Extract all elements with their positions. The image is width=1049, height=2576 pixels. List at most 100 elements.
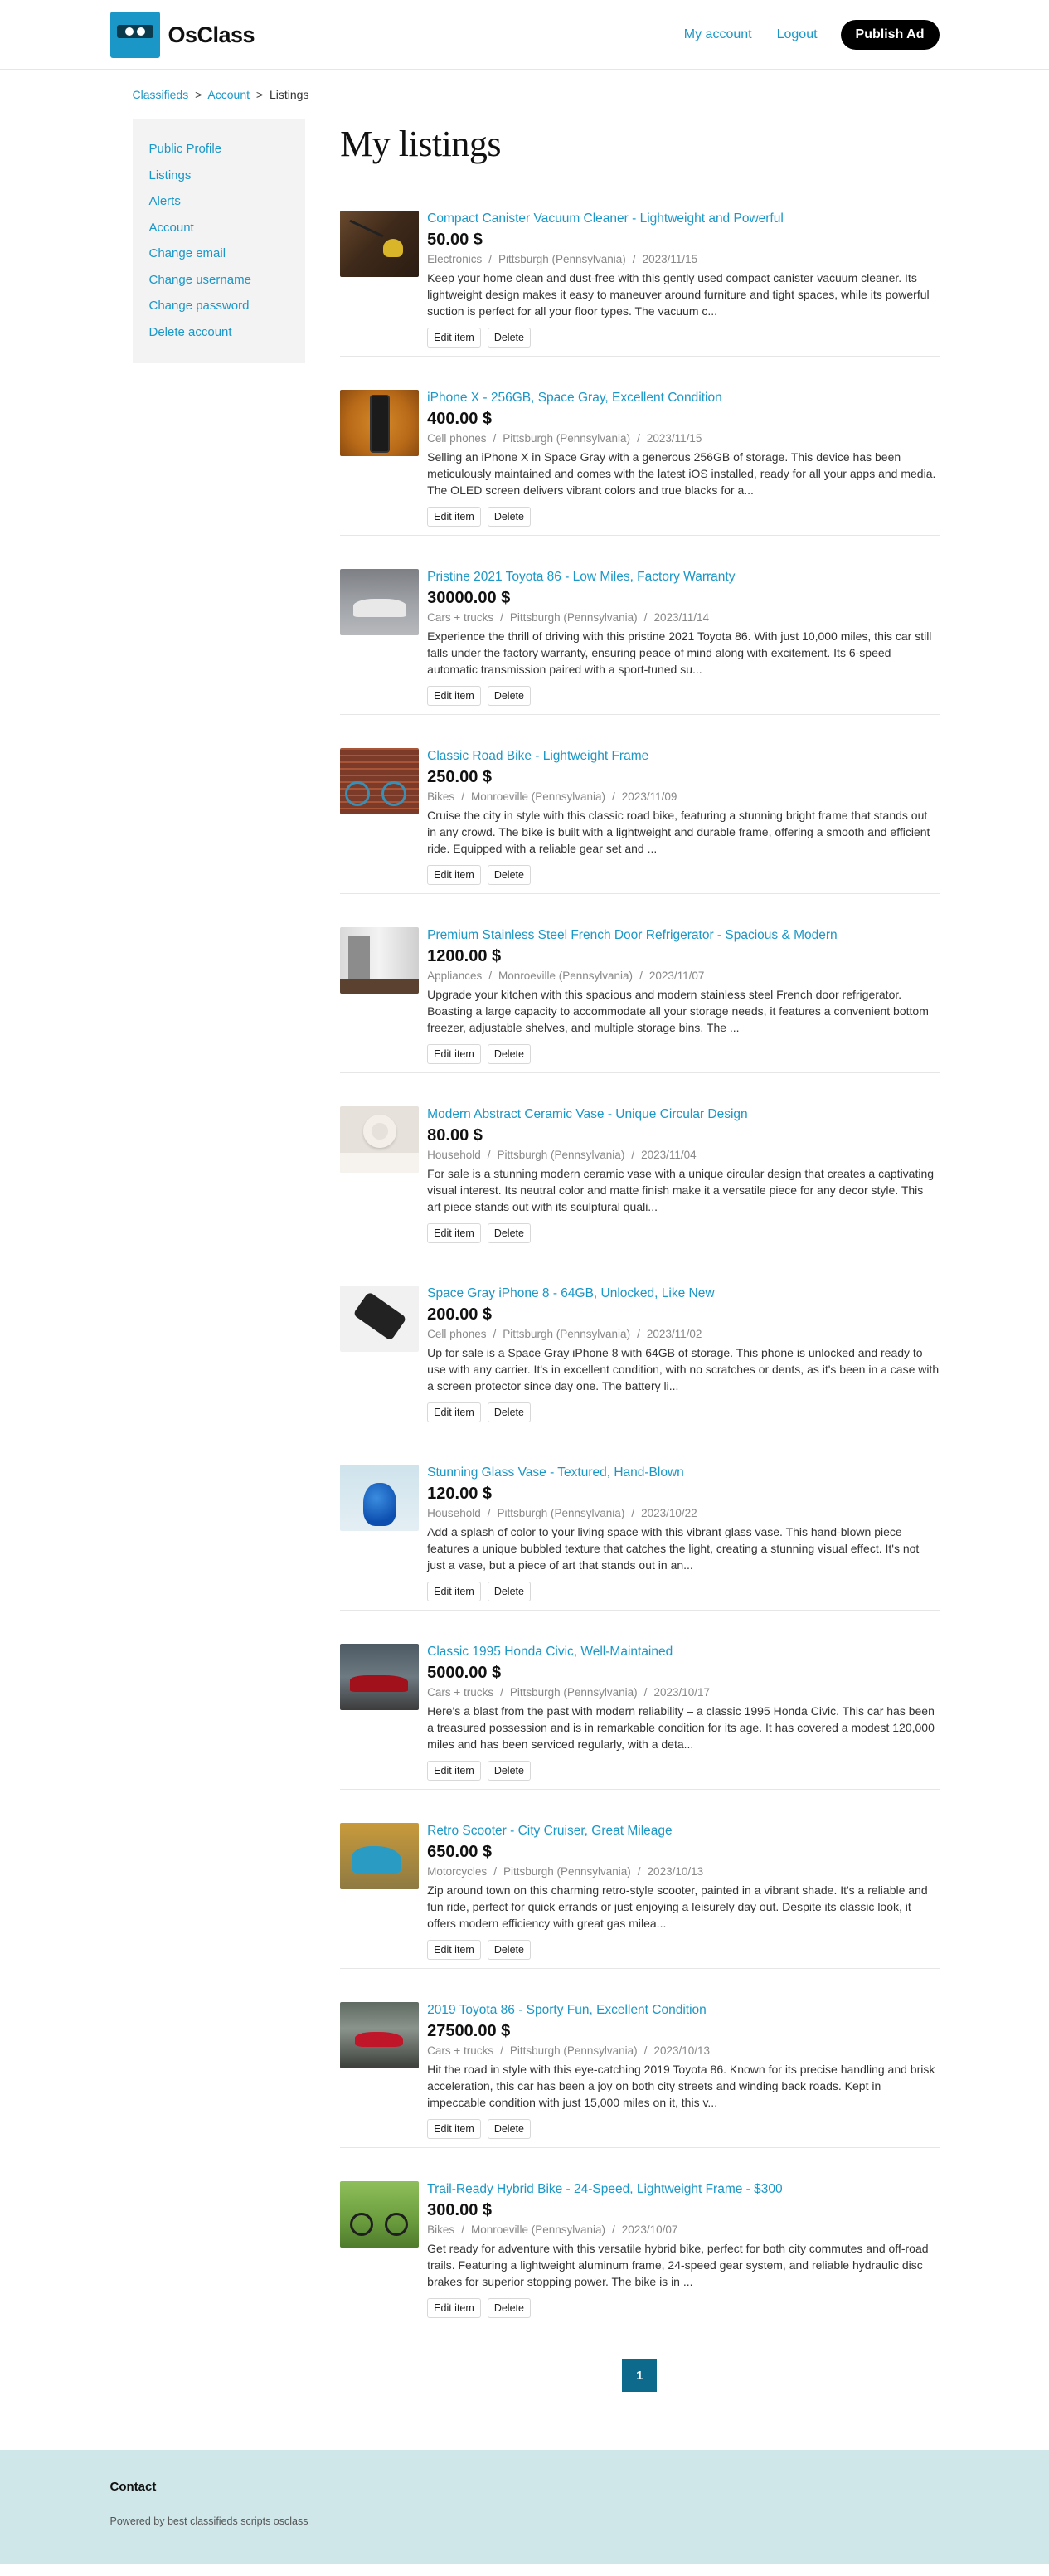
site-logo[interactable]: OsClass: [109, 12, 255, 58]
listings-main: My listings Compact Canister Vacuum Clea…: [340, 119, 940, 2450]
edit-item-button[interactable]: Edit item: [427, 1582, 481, 1601]
listing-price: 30000.00 $: [427, 589, 511, 607]
listing-item: Classic 1995 Honda Civic, Well-Maintaine…: [340, 1611, 940, 1790]
listing-description: Upgrade your kitchen with this spacious …: [427, 988, 929, 1034]
delete-button[interactable]: Delete: [487, 1761, 531, 1781]
listing-title[interactable]: 2019 Toyota 86 - Sporty Fun, Excellent C…: [427, 2002, 939, 2019]
edit-item-button[interactable]: Edit item: [427, 686, 481, 706]
delete-button[interactable]: Delete: [487, 1940, 531, 1960]
listing-title[interactable]: Space Gray iPhone 8 - 64GB, Unlocked, Li…: [427, 1286, 939, 1302]
breadcrumb-account[interactable]: Account: [207, 88, 250, 101]
listing-price: 300.00 $: [427, 2201, 493, 2219]
listing-item: Premium Stainless Steel French Door Refr…: [340, 894, 940, 1073]
listing-description: Add a splash of color to your living spa…: [427, 1525, 920, 1572]
listing-price: 80.00 $: [427, 1126, 483, 1145]
listing-title[interactable]: Compact Canister Vacuum Cleaner - Lightw…: [427, 211, 939, 227]
delete-button[interactable]: Delete: [487, 1044, 531, 1064]
listing-meta: Appliances / Monroeville (Pennsylvania)/20…: [427, 970, 705, 982]
listing-image[interactable]: [340, 211, 420, 277]
sidebar-item-alerts[interactable]: Alerts: [149, 188, 289, 215]
listing-title[interactable]: Pristine 2021 Toyota 86 - Low Miles, Fac…: [427, 569, 939, 586]
edit-item-button[interactable]: Edit item: [427, 507, 481, 527]
edit-item-button[interactable]: Edit item: [427, 865, 481, 885]
listing-meta: Cars + trucks / Pittsburgh (Pennsylvania) /…: [427, 1686, 711, 1699]
delete-button[interactable]: Delete: [487, 686, 531, 706]
listing-image[interactable]: [340, 2181, 420, 2248]
listing-description: Up for sale is a Space Gray iPhone 8 wit…: [427, 1346, 940, 1392]
listing-title[interactable]: Classic 1995 Honda Civic, Well-Maintaine…: [427, 1644, 939, 1660]
listing-item: Space Gray iPhone 8 - 64GB, Unlocked, Li…: [340, 1252, 940, 1431]
listing-image[interactable]: [340, 748, 420, 814]
sidebar-item-public-profile[interactable]: Public Profile: [149, 136, 289, 163]
listing-title[interactable]: Retro Scooter - City Cruiser, Great Mile…: [427, 1823, 939, 1840]
listing-image[interactable]: [340, 1106, 420, 1173]
sidebar-item-change-password[interactable]: Change password: [149, 293, 289, 319]
listing-meta: Bikes / Monroeville (Pennsylvania)/2023/10…: [427, 2224, 678, 2236]
listing-title[interactable]: Premium Stainless Steel French Door Refr…: [427, 927, 939, 944]
my-account-link[interactable]: My account: [684, 27, 752, 42]
breadcrumb-classifieds[interactable]: Classifieds: [133, 88, 189, 101]
listing-price: 650.00 $: [427, 1843, 493, 1861]
listing-image[interactable]: [340, 1465, 420, 1531]
delete-button[interactable]: Delete: [487, 1223, 531, 1243]
listing-image[interactable]: [340, 927, 420, 994]
delete-button[interactable]: Delete: [487, 2119, 531, 2139]
page-number-current[interactable]: 1: [622, 2359, 658, 2392]
listing-item: Pristine 2021 Toyota 86 - Low Miles, Fac…: [340, 536, 940, 715]
edit-item-button[interactable]: Edit item: [427, 1044, 481, 1064]
listing-price: 120.00 $: [427, 1485, 493, 1503]
sidebar-item-delete-account[interactable]: Delete account: [149, 319, 289, 346]
edit-item-button[interactable]: Edit item: [427, 1402, 481, 1422]
listing-price: 5000.00 $: [427, 1664, 502, 1682]
listing-image[interactable]: [340, 390, 420, 456]
delete-button[interactable]: Delete: [487, 2298, 531, 2318]
listing-item: Classic Road Bike - Lightweight Frame 25…: [340, 715, 940, 894]
publish-ad-button[interactable]: Publish Ad: [840, 20, 940, 50]
edit-item-button[interactable]: Edit item: [427, 1940, 481, 1960]
listing-image[interactable]: [340, 1823, 420, 1889]
listing-description: Cruise the city in style with this class…: [427, 809, 930, 855]
listing-price: 400.00 $: [427, 410, 493, 428]
delete-button[interactable]: Delete: [487, 865, 531, 885]
edit-item-button[interactable]: Edit item: [427, 2298, 481, 2318]
listing-item: Trail-Ready Hybrid Bike - 24-Speed, Ligh…: [340, 2148, 939, 2327]
footer-contact-title[interactable]: Contact: [110, 2480, 940, 2494]
listing-meta: Electronics / Pittsburgh (Pennsylvania)/20…: [427, 253, 698, 265]
listing-title[interactable]: iPhone X - 256GB, Space Gray, Excellent …: [427, 390, 939, 406]
listing-image[interactable]: [340, 569, 420, 635]
listing-meta: Cars + trucks / Pittsburgh (Pennsylvania) /…: [427, 2044, 711, 2057]
delete-button[interactable]: Delete: [487, 507, 531, 527]
sidebar-item-listings[interactable]: Listings: [149, 163, 289, 189]
sidebar-item-change-email[interactable]: Change email: [149, 241, 289, 267]
logo-text: OsClass: [168, 22, 255, 47]
sidebar-item-account[interactable]: Account: [149, 215, 289, 241]
listing-image[interactable]: [340, 1644, 420, 1710]
listing-description: Zip around town on this charming retro-s…: [427, 1883, 928, 1930]
listing-meta: Household / Pittsburgh (Pennsylvania)/2023…: [427, 1507, 697, 1519]
listing-price: 27500.00 $: [427, 2022, 511, 2040]
logout-link[interactable]: Logout: [777, 27, 818, 42]
listing-title[interactable]: Stunning Glass Vase - Textured, Hand-Blo…: [427, 1465, 939, 1481]
listing-meta: Cell phones / Pittsburgh (Pennsylvania)/20…: [427, 1328, 702, 1340]
delete-button[interactable]: Delete: [487, 328, 531, 348]
listing-title[interactable]: Modern Abstract Ceramic Vase - Unique Ci…: [427, 1106, 939, 1123]
edit-item-button[interactable]: Edit item: [427, 1761, 481, 1781]
listing-image[interactable]: [340, 2002, 420, 2068]
listing-item: Compact Canister Vacuum Cleaner - Lightw…: [340, 177, 940, 357]
footer-powered-by[interactable]: Powered by best classifieds scripts oscl…: [110, 2515, 940, 2527]
edit-item-button[interactable]: Edit item: [427, 2119, 481, 2139]
listing-image[interactable]: [340, 1286, 420, 1352]
listing-meta: Bikes / Monroeville (Pennsylvania)/2023/11…: [427, 790, 677, 803]
listing-title[interactable]: Classic Road Bike - Lightweight Frame: [427, 748, 939, 765]
logo-icon: [109, 12, 160, 58]
sidebar-item-change-username[interactable]: Change username: [149, 267, 289, 294]
listing-title[interactable]: Trail-Ready Hybrid Bike - 24-Speed, Ligh…: [427, 2181, 939, 2198]
header-nav: My account Logout Publish Ad: [684, 20, 940, 50]
delete-button[interactable]: Delete: [487, 1582, 531, 1601]
listing-item: iPhone X - 256GB, Space Gray, Excellent …: [340, 357, 940, 536]
edit-item-button[interactable]: Edit item: [427, 1223, 481, 1243]
listing-meta: Cell phones / Pittsburgh (Pennsylvania)/20…: [427, 432, 702, 445]
delete-button[interactable]: Delete: [487, 1402, 531, 1422]
edit-item-button[interactable]: Edit item: [427, 328, 481, 348]
listing-item: Stunning Glass Vase - Textured, Hand-Blo…: [340, 1431, 940, 1611]
